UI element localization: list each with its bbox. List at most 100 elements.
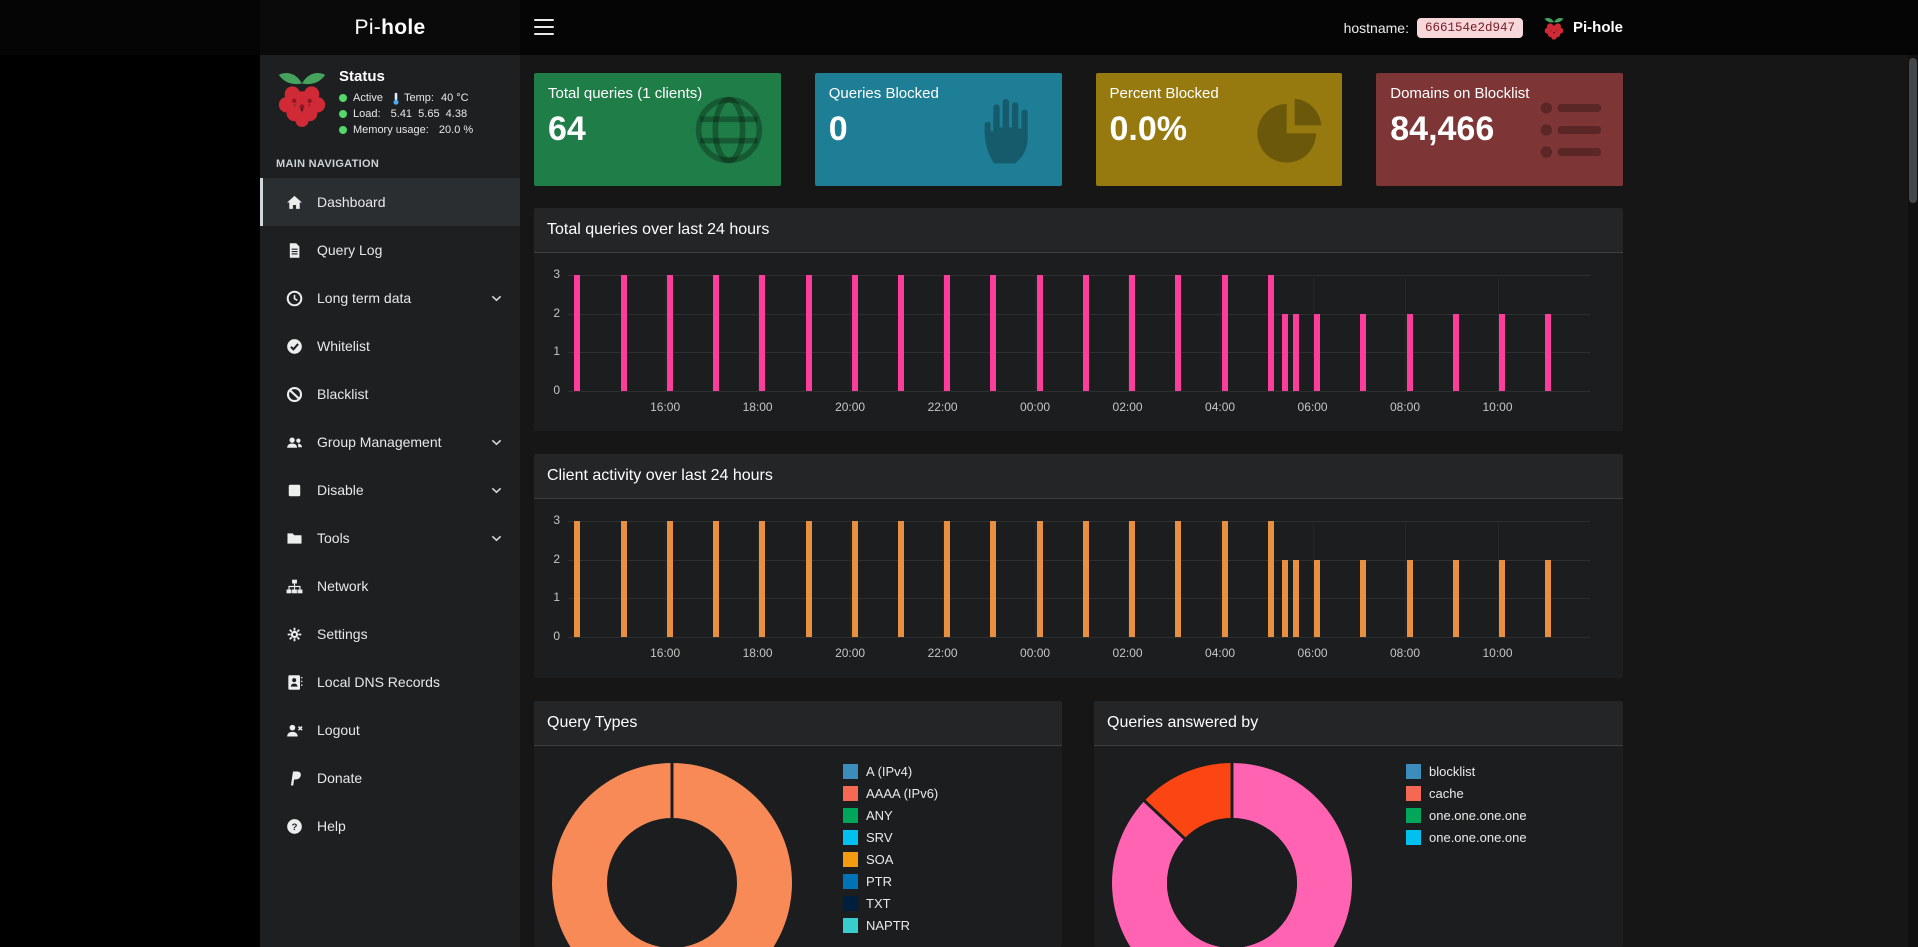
- status-active-label: Active: [353, 90, 383, 106]
- legend-label: ANY: [866, 808, 893, 823]
- stat-card-domains-on-blocklist[interactable]: Domains on Blocklist84,466: [1376, 73, 1623, 186]
- chart-bar[interactable]: [944, 521, 950, 637]
- chart-bar[interactable]: [944, 275, 950, 391]
- chart-bar[interactable]: [1293, 314, 1299, 391]
- chart-bar[interactable]: [1282, 314, 1288, 391]
- chart-bar[interactable]: [713, 275, 719, 391]
- y-axis-label: 3: [534, 267, 560, 281]
- chart-bar[interactable]: [852, 521, 858, 637]
- sidebar-item-query-log[interactable]: Query Log: [260, 226, 520, 274]
- chart-bar[interactable]: [1037, 521, 1043, 637]
- chart-bar[interactable]: [713, 521, 719, 637]
- summary-cards: Total queries (1 clients)64 Queries Block…: [534, 73, 1623, 186]
- chart-bar[interactable]: [1037, 275, 1043, 391]
- sidebar-item-long-term-data[interactable]: Long term data: [260, 274, 520, 322]
- chart-bar[interactable]: [1453, 314, 1459, 391]
- chart-bar[interactable]: [667, 521, 673, 637]
- chart-bar[interactable]: [1129, 521, 1135, 637]
- chart-bar[interactable]: [1175, 275, 1181, 391]
- legend-item-aaaa-ipv6[interactable]: AAAA (IPv6): [843, 782, 938, 804]
- app-logo[interactable]: Pi-hole: [260, 0, 520, 55]
- chart-bar[interactable]: [1083, 521, 1089, 637]
- sidebar-item-logout[interactable]: Logout: [260, 706, 520, 754]
- legend-item-soa[interactable]: SOA: [843, 848, 938, 870]
- sidebar-item-local-dns-records[interactable]: Local DNS Records: [260, 658, 520, 706]
- chart-bar[interactable]: [898, 521, 904, 637]
- chart-bar[interactable]: [990, 521, 996, 637]
- chart-bar[interactable]: [1222, 521, 1228, 637]
- sidebar-item-help[interactable]: ?Help: [260, 802, 520, 850]
- chart-bar[interactable]: [852, 275, 858, 391]
- legend-item-txt[interactable]: TXT: [843, 892, 938, 914]
- chart-bar[interactable]: [1293, 560, 1299, 637]
- sidebar-item-disable[interactable]: Disable: [260, 466, 520, 514]
- chart-bar[interactable]: [1268, 521, 1274, 637]
- brand-link[interactable]: Pi-hole: [1573, 19, 1623, 36]
- legend-item-cache[interactable]: cache: [1406, 782, 1527, 804]
- sidebar-item-blacklist[interactable]: Blacklist: [260, 370, 520, 418]
- x-axis-label: 16:00: [650, 646, 680, 660]
- chart-bar[interactable]: [574, 521, 580, 637]
- chart-bar[interactable]: [1407, 560, 1413, 637]
- legend-item-srv[interactable]: SRV: [843, 826, 938, 848]
- sidebar-item-network[interactable]: Network: [260, 562, 520, 610]
- legend-label: one.one.one.one: [1429, 808, 1527, 823]
- chart-bar[interactable]: [759, 275, 765, 391]
- answered-by-donut[interactable]: [1107, 758, 1357, 947]
- ban-icon: [286, 386, 308, 403]
- chart-bar[interactable]: [990, 275, 996, 391]
- sidebar-item-settings[interactable]: Settings: [260, 610, 520, 658]
- clients-bar-chart: 012316:0018:0020:0022:0000:0002:0004:000…: [534, 499, 1623, 678]
- chart-bar[interactable]: [621, 521, 627, 637]
- scrollbar[interactable]: [1908, 0, 1918, 947]
- legend-swatch: [1406, 830, 1421, 845]
- x-axis-label: 04:00: [1205, 400, 1235, 414]
- chart-bar[interactable]: [1314, 560, 1320, 637]
- legend-item-one-one-one-one[interactable]: one.one.one.one: [1406, 804, 1527, 826]
- chart-bar[interactable]: [1083, 275, 1089, 391]
- sidebar-item-tools[interactable]: Tools: [260, 514, 520, 562]
- chart-bar[interactable]: [574, 275, 580, 391]
- menu-toggle-button[interactable]: [534, 19, 554, 35]
- chart-bar[interactable]: [759, 521, 765, 637]
- stat-card-percent-blocked[interactable]: Percent Blocked0.0%: [1096, 73, 1343, 186]
- chart-bar[interactable]: [898, 275, 904, 391]
- sidebar-item-dashboard[interactable]: Dashboard: [260, 178, 520, 226]
- chart-bar[interactable]: [806, 275, 812, 391]
- sidebar-item-group-management[interactable]: Group Management: [260, 418, 520, 466]
- legend-item-blocklist[interactable]: blocklist: [1406, 760, 1527, 782]
- legend-item-ptr[interactable]: PTR: [843, 870, 938, 892]
- chart-bar[interactable]: [1499, 560, 1505, 637]
- scrollbar-thumb[interactable]: [1909, 58, 1917, 203]
- chart-bar[interactable]: [1545, 560, 1551, 637]
- chart-bar[interactable]: [667, 275, 673, 391]
- legend-item-any[interactable]: ANY: [843, 804, 938, 826]
- chart-bar[interactable]: [1314, 314, 1320, 391]
- chart-bar[interactable]: [1282, 560, 1288, 637]
- legend-item-naptr[interactable]: NAPTR: [843, 914, 938, 936]
- chart-bar[interactable]: [1175, 521, 1181, 637]
- chart-bar[interactable]: [1545, 314, 1551, 391]
- sidebar-item-label: Settings: [317, 626, 368, 642]
- legend-swatch: [1406, 764, 1421, 779]
- panel-answered-by: Queries answered by blocklistcacheone.on…: [1094, 701, 1623, 947]
- chart-bar[interactable]: [1129, 275, 1135, 391]
- chart-bar[interactable]: [1407, 314, 1413, 391]
- stat-card-queries-blocked[interactable]: Queries Blocked0: [815, 73, 1062, 186]
- legend-item-a-ipv4[interactable]: A (IPv4): [843, 760, 938, 782]
- query-types-donut[interactable]: [547, 758, 797, 947]
- chart-bar[interactable]: [806, 521, 812, 637]
- chart-bar[interactable]: [1268, 275, 1274, 391]
- chart-bar[interactable]: [621, 275, 627, 391]
- chart-bar[interactable]: [1453, 560, 1459, 637]
- stat-card-total-queries-1-clients[interactable]: Total queries (1 clients)64: [534, 73, 781, 186]
- chart-bar[interactable]: [1360, 560, 1366, 637]
- chart-bar[interactable]: [1360, 314, 1366, 391]
- chart-bar[interactable]: [1499, 314, 1505, 391]
- sidebar-item-whitelist[interactable]: Whitelist: [260, 322, 520, 370]
- legend-item-one-one-one-one[interactable]: one.one.one.one: [1406, 826, 1527, 848]
- hostname-badge: 666154e2d947: [1417, 18, 1523, 38]
- chart-bar[interactable]: [1222, 275, 1228, 391]
- sidebar-item-donate[interactable]: Donate: [260, 754, 520, 802]
- sidebar-item-label: Donate: [317, 770, 362, 786]
